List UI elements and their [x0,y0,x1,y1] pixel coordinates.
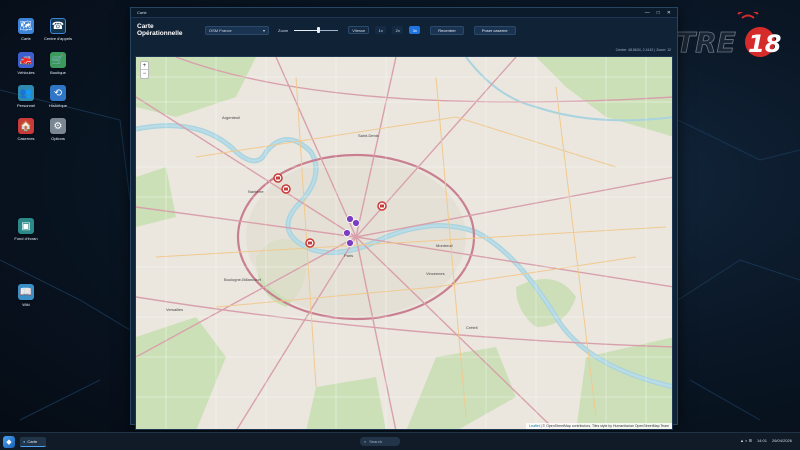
zoom-slider[interactable] [294,26,339,35]
map-attribution: Leaflet | © OpenStreetMap contributors, … [526,423,672,429]
clock-date: 26/04/2026 [771,438,792,443]
station-marker[interactable] [377,201,387,211]
speed-1x-button[interactable]: 1x [375,26,387,34]
zoom-in-button[interactable]: + [141,62,148,70]
speed-2x-button[interactable]: 2x [392,26,404,34]
wiki-icon: 📖 [18,284,34,300]
incident-marker[interactable] [343,229,351,237]
zoom-label: Zoom [278,27,289,33]
desktop-icon-casernes[interactable]: 🏠 Casernes [8,118,44,141]
truck-icon: 🚒 [18,52,34,68]
speed-3x-button[interactable]: 3x [409,26,421,34]
search-icon: ⌕ [364,439,367,444]
desktop-icon-wiki[interactable]: 📖 Wiki [8,284,44,307]
map-coordinates: Centre: 48.8634, 2.4142 | Zoom: 12 [615,48,671,52]
desktop-icon-personnel[interactable]: 👥 Personnel [8,85,44,108]
start-menu-icon[interactable]: ◆ [3,435,15,448]
station-marker[interactable] [305,238,315,248]
taskbar: ◆ ● Carte ⌕ Search ▲ ◐ ⊞ 14:01 26/04/202… [0,432,800,450]
wallpaper-icon: ▣ [18,218,34,234]
desktop-icon-fond-ecran[interactable]: ▣ Fond d'écran [8,218,44,241]
map-view[interactable]: Argenteuil Saint-Denis Paris Montreuil Vince… [135,56,673,430]
desktop-icon-centre-appels[interactable]: ☎ Centre d'appels [40,18,76,41]
tray-icons[interactable]: ▲ ◐ ⊞ [740,438,752,443]
firestation-icon: 🏠 [18,118,34,134]
clock-time: 14:01 [756,438,767,443]
map-icon: 🗺 [18,18,34,34]
station-marker[interactable] [273,173,283,183]
map-window: Carte — □ ✕ Carte Opérationnelle OSM Fra… [130,7,678,430]
people-icon: 👥 [18,85,34,101]
svg-text:TRE: TRE [676,26,736,59]
svg-text:18: 18 [748,30,781,58]
map-toolbar: Carte Opérationnelle OSM France ▾ Zoom V… [131,18,677,56]
page-title: Carte Opérationnelle [137,23,183,37]
system-tray: ▲ ◐ ⊞ 14:01 26/04/2026 [740,438,792,443]
desktop-icon-historique[interactable]: ⟲ Historique [40,85,76,108]
maximize-icon[interactable]: □ [657,10,660,16]
speed-label: Vitesse [348,26,370,34]
shop-icon: 🛒 [50,52,66,68]
minimize-icon[interactable]: — [645,10,650,16]
history-icon: ⟲ [50,85,66,101]
leaflet-link[interactable]: Leaflet [529,424,540,428]
place-station-button[interactable]: Poser caserne [473,25,516,35]
desktop-icon-carte[interactable]: 🗺 Carte [8,18,44,41]
map-markers [273,173,387,248]
taskbar-item-carte[interactable]: ● Carte [20,436,46,447]
gear-icon: ⚙ [50,118,66,134]
close-icon[interactable]: ✕ [667,10,671,16]
zoom-out-button[interactable]: − [141,70,148,78]
station-marker[interactable] [281,184,291,194]
zoom-slider-thumb[interactable] [316,27,320,33]
window-title: Carte [137,10,147,15]
desktop-icon-options[interactable]: ⚙ Options [40,118,76,141]
chevron-down-icon: ▾ [262,27,265,33]
map-style-select[interactable]: OSM France ▾ [205,25,269,35]
recenter-button[interactable]: Recentrer [430,25,464,35]
tre18-logo: TRE 18 [676,12,781,59]
desktop-icon-boutique[interactable]: 🛒 Boutique [40,52,76,75]
desktop-icon-vehicules[interactable]: 🚒 Véhicules [8,52,44,75]
incident-marker[interactable] [352,219,360,227]
window-icon: ● [23,438,26,444]
incident-marker[interactable] [346,239,354,247]
map-zoom-control: + − [140,61,149,79]
phone-icon: ☎ [50,18,66,34]
window-titlebar[interactable]: Carte — □ ✕ [131,8,677,18]
taskbar-search[interactable]: ⌕ Search [360,437,400,446]
